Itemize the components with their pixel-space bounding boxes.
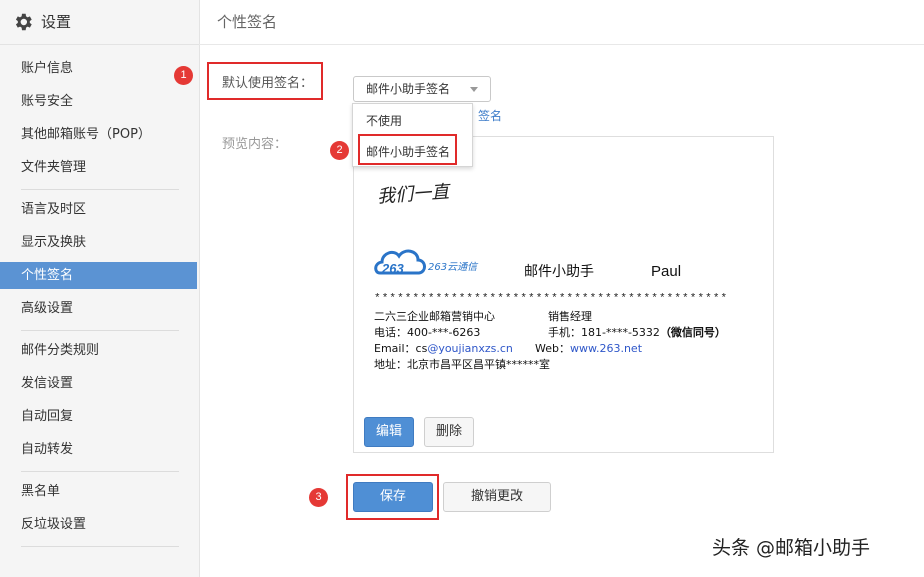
signature-link[interactable]: 签名 [478,108,502,124]
svg-text:263: 263 [381,261,404,276]
signature-web-line: Web：www.263.net [535,341,642,357]
nav-account-info[interactable]: 账户信息 [0,55,197,82]
signature-email-domain: @youjianxzs.cn [427,342,513,355]
signature-phone: 电话：400-***-6263 [374,326,481,339]
signature-company: 二六三企业邮箱营销中心 [374,310,495,323]
nav-folder-management[interactable]: 文件夹管理 [0,154,197,181]
sidebar: 设置 账户信息 账号安全 其他邮箱账号（POP） 文件夹管理 语言及时区 显示及… [0,0,200,577]
cancel-changes-button[interactable]: 撤销更改 [443,482,551,512]
handwriting-signature: 我们一直 [376,181,450,208]
signature-email-line: Email：cs@youjianxzs.cn [374,341,513,357]
nav-pop-accounts[interactable]: 其他邮箱账号（POP） [0,121,197,148]
edit-button[interactable]: 编辑 [364,417,414,447]
logo-text: 263云通信 [428,262,478,273]
signature-web-link[interactable]: www.263.net [570,342,642,355]
signature-mobile-line: 手机：181-****-5332（微信同号） [548,325,726,341]
sidebar-divider [21,189,179,190]
step-badge-1: 1 [174,66,193,85]
preview-label: 预览内容： [222,137,288,152]
signature-assistant: 邮件小助手 [524,264,594,280]
sidebar-divider [21,330,179,331]
nav-mail-rules[interactable]: 邮件分类规则 [0,337,197,364]
step-badge-3: 3 [309,488,328,507]
header-divider [199,44,924,45]
nav-display-skin[interactable]: 显示及换肤 [0,229,197,256]
signature-separator: ****************************************… [374,293,729,305]
signature-mobile: 手机：181-****-5332 [548,326,660,339]
nav-signature[interactable]: 个性签名 [0,262,197,289]
watermark: 头条 @邮箱小助手 [712,537,871,559]
nav-send-settings[interactable]: 发信设置 [0,370,197,397]
sidebar-divider [21,471,179,472]
step-badge-2: 2 [330,141,349,160]
dropdown-option-none[interactable]: 不使用 [366,112,402,130]
signature-web-label: Web： [535,342,570,355]
sidebar-header: 设置 [0,0,199,45]
nav-antispam-settings[interactable]: 反垃圾设置 [0,511,197,538]
signature-address: 地址：北京市昌平区昌平镇******室 [374,358,550,371]
gear-icon [15,13,32,31]
signature-email-label: Email： [374,342,416,355]
default-signature-label: 默认使用签名： [222,76,314,91]
save-button[interactable]: 保存 [353,482,433,512]
signature-email-prefix: cs [415,342,428,355]
nav-account-security[interactable]: 账号安全 [0,88,197,115]
nav-auto-reply[interactable]: 自动回复 [0,403,197,430]
sidebar-divider [21,546,179,547]
signature-mobile-note: （微信同号） [659,326,726,339]
nav-advanced-settings[interactable]: 高级设置 [0,295,197,322]
delete-button[interactable]: 删除 [424,417,474,447]
nav-language-timezone[interactable]: 语言及时区 [0,196,197,223]
highlight-box-dropdown-option [358,134,457,165]
sidebar-title: 设置 [41,13,72,31]
chevron-down-icon [470,87,478,92]
signature-position: 销售经理 [548,310,592,323]
page-title: 个性签名 [217,13,278,31]
nav-blacklist[interactable]: 黑名单 [0,478,197,505]
nav-auto-forward[interactable]: 自动转发 [0,436,197,463]
signature-name: Paul [651,263,682,280]
